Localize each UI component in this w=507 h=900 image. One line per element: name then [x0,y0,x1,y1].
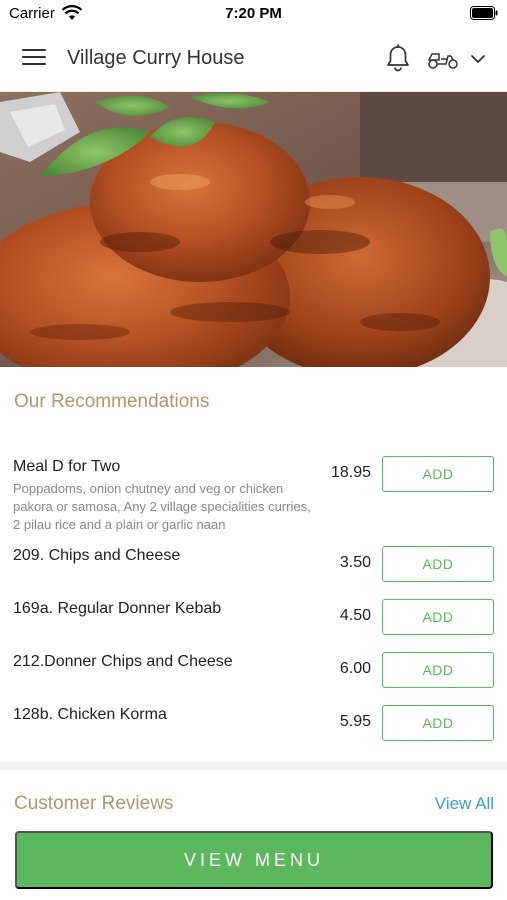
list-item: 128b. Chicken Korma 5.95 ADD [0,705,507,746]
item-name: 209. Chips and Cheese [13,547,181,564]
tandoori-chicken-illustration [0,92,507,367]
item-name: 128b. Chicken Korma [13,706,167,723]
status-time: 7:20 PM [225,5,282,22]
list-item: Meal D for Two Poppadoms, onion chutney … [0,456,507,538]
add-button[interactable]: ADD [382,456,494,492]
add-button[interactable]: ADD [382,705,494,741]
item-name: 212.Donner Chips and Cheese [13,653,233,670]
item-price: 5.95 [339,713,371,730]
list-item: 169a. Regular Donner Kebab 4.50 ADD [0,599,507,640]
status-bar: Carrier 7:20 PM [0,0,507,28]
view-menu-button[interactable]: VIEW MENU [15,831,493,889]
list-item: 212.Donner Chips and Cheese 6.00 ADD [0,652,507,693]
item-price: 6.00 [339,660,371,677]
chevron-down-icon[interactable] [469,50,487,68]
item-name: 169a. Regular Donner Kebab [13,600,222,617]
item-name: Meal D for Two [13,458,121,475]
item-description: Poppadoms, onion chutney and veg or chic… [13,481,311,532]
reviews-title: Customer Reviews [14,793,174,814]
add-button[interactable]: ADD [382,652,494,688]
add-button[interactable]: ADD [382,546,494,582]
view-all-link[interactable]: View All [435,794,494,814]
recommendations-title: Our Recommendations [14,391,210,412]
page-title: Village Curry House [67,47,245,69]
scooter-icon[interactable] [427,48,459,70]
bell-icon[interactable] [385,44,411,72]
section-divider [0,762,507,770]
menu-icon[interactable] [22,49,46,69]
item-price: 4.50 [339,607,371,624]
battery-icon [470,6,498,20]
add-button[interactable]: ADD [382,599,494,635]
item-price: 18.95 [330,464,371,481]
list-item: 209. Chips and Cheese 3.50 ADD [0,546,507,587]
hero-food-image [0,92,507,367]
item-price: 3.50 [339,554,371,571]
app-header: Village Curry House [0,28,507,92]
